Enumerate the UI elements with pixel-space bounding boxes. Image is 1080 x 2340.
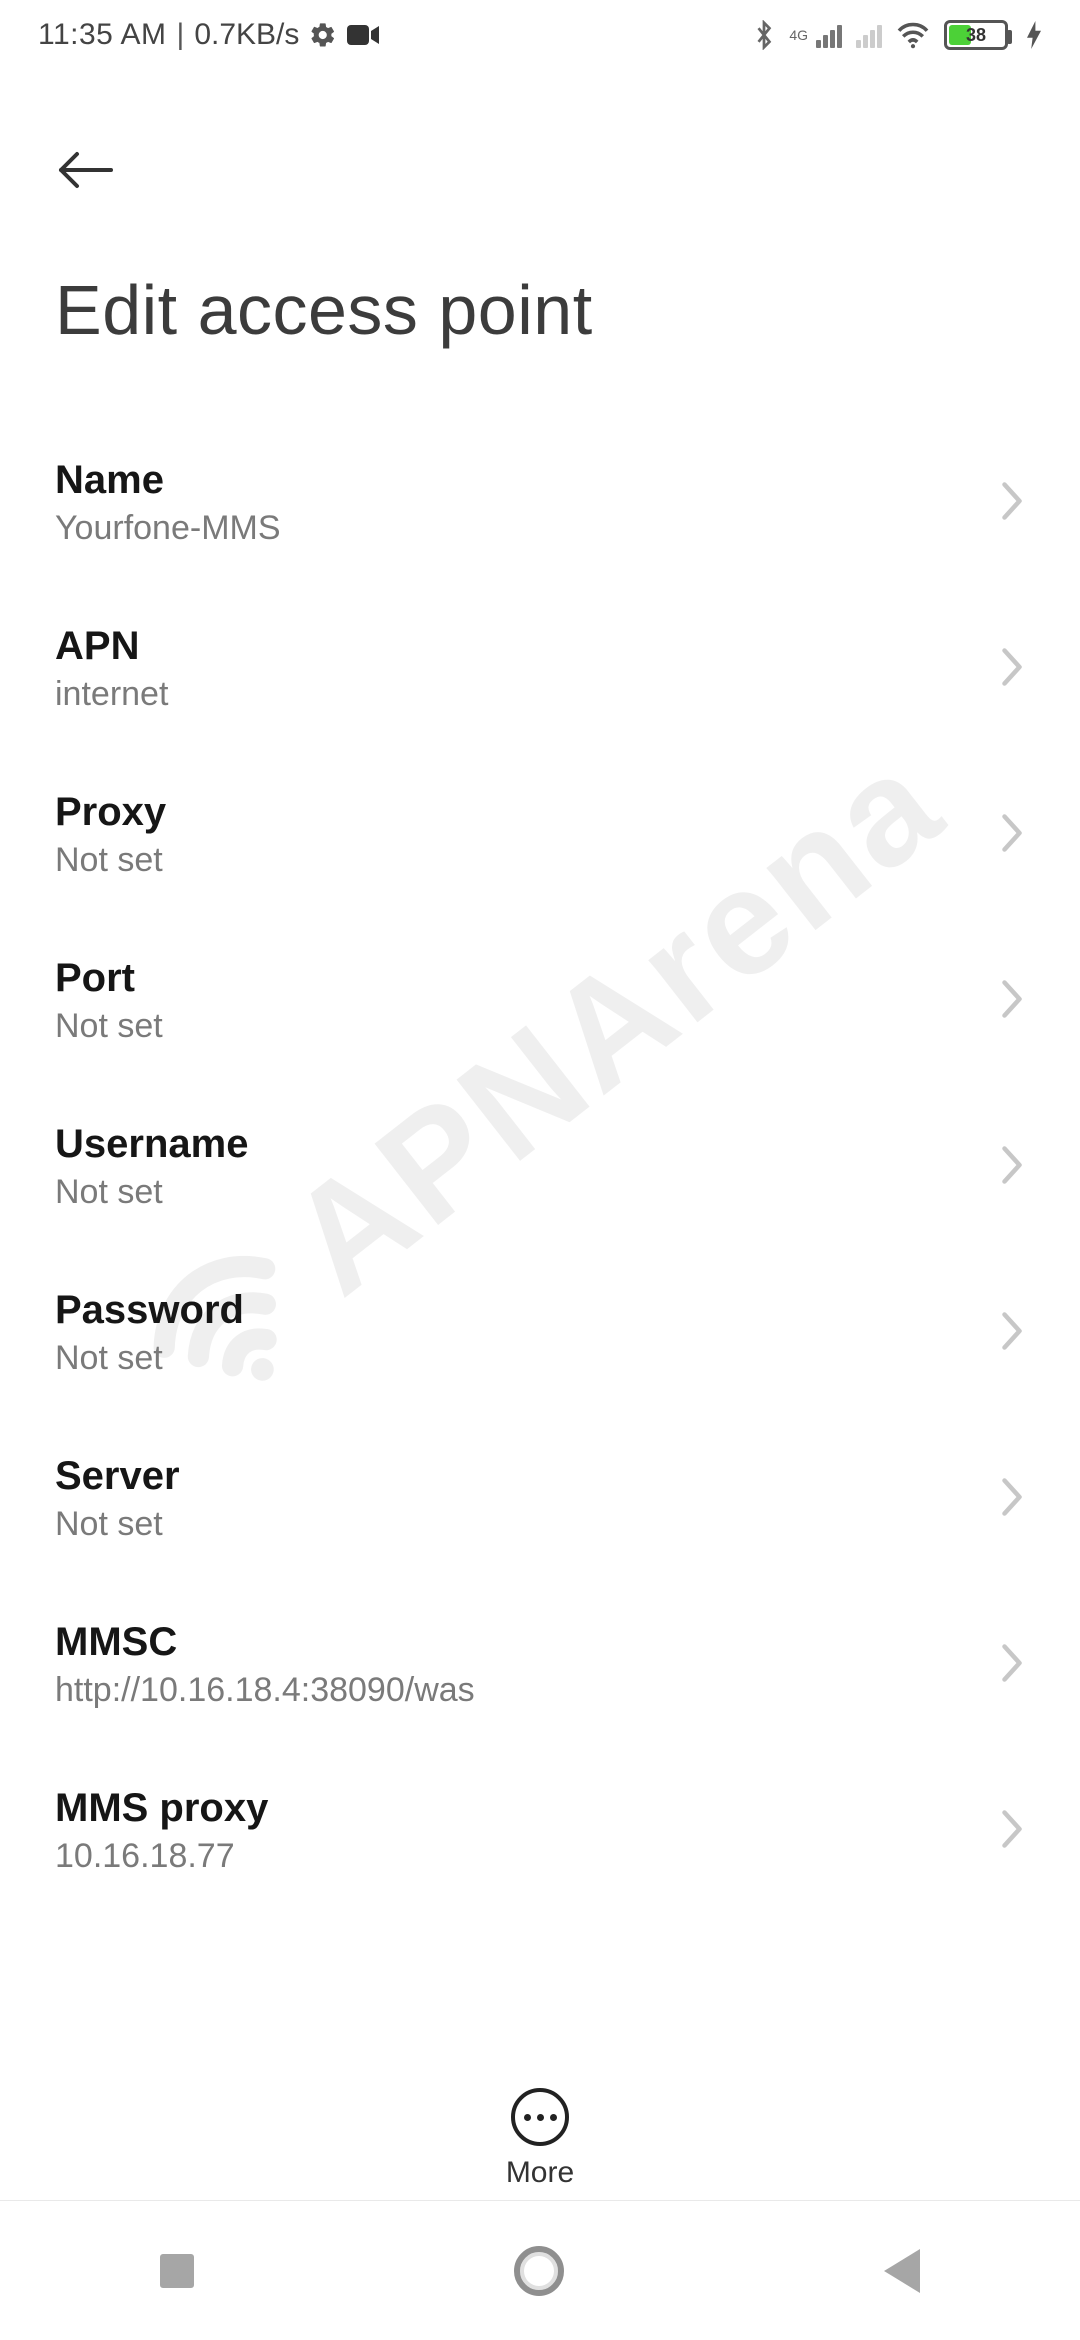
chevron-right-icon (999, 1144, 1025, 1191)
setting-apn[interactable]: APN internet (0, 586, 1080, 752)
chevron-right-icon (999, 1808, 1025, 1855)
network-type-label: 4G (789, 30, 808, 40)
arrow-left-icon (55, 150, 117, 190)
chevron-right-icon (999, 480, 1025, 527)
setting-value: internet (55, 675, 168, 714)
charging-bolt-icon (1026, 21, 1042, 49)
setting-port[interactable]: Port Not set (0, 918, 1080, 1084)
chevron-right-icon (999, 646, 1025, 693)
setting-value: Yourfone-MMS (55, 509, 281, 548)
chevron-right-icon (999, 812, 1025, 859)
bluetooth-icon (753, 20, 775, 50)
chevron-right-icon (999, 1642, 1025, 1689)
bottom-action-bar: More (0, 2088, 1080, 2190)
setting-server[interactable]: Server Not set (0, 1416, 1080, 1582)
gear-icon (309, 21, 337, 49)
setting-label: MMSC (55, 1620, 475, 1665)
setting-value: 10.16.18.77 (55, 1837, 268, 1876)
signal-bars-sim1-icon (816, 22, 842, 48)
setting-value: Not set (55, 841, 166, 880)
setting-value: Not set (55, 1339, 244, 1378)
setting-value: Not set (55, 1173, 248, 1212)
nav-recents-button[interactable] (160, 2254, 194, 2288)
status-bar: 11:35 AM | 0.7KB/s 4G 38 (0, 0, 1080, 70)
setting-value: http://10.16.18.4:38090/was (55, 1671, 475, 1710)
chevron-right-icon (999, 1476, 1025, 1523)
more-label: More (506, 2156, 574, 2190)
setting-label: APN (55, 624, 168, 669)
setting-label: Name (55, 458, 281, 503)
setting-value: Not set (55, 1007, 163, 1046)
setting-label: Port (55, 956, 163, 1001)
setting-mmsc[interactable]: MMSC http://10.16.18.4:38090/was (0, 1582, 1080, 1748)
setting-label: Username (55, 1122, 248, 1167)
video-camera-icon (347, 23, 379, 47)
system-nav-bar (0, 2200, 1080, 2340)
setting-label: Server (55, 1454, 180, 1499)
status-time: 11:35 AM (38, 18, 167, 52)
setting-password[interactable]: Password Not set (0, 1250, 1080, 1416)
signal-bars-sim2-icon (856, 22, 882, 48)
wifi-icon (896, 21, 930, 49)
battery-icon: 38 (944, 20, 1008, 50)
page-title: Edit access point (55, 270, 1025, 350)
chevron-right-icon (999, 978, 1025, 1025)
status-network-speed: 0.7KB/s (194, 18, 299, 52)
setting-name[interactable]: Name Yourfone-MMS (0, 420, 1080, 586)
setting-value: Not set (55, 1505, 180, 1544)
nav-home-button[interactable] (514, 2246, 564, 2296)
back-button[interactable] (55, 140, 135, 200)
setting-mms-proxy[interactable]: MMS proxy 10.16.18.77 (0, 1748, 1080, 1914)
status-right: 4G 38 (753, 20, 1042, 50)
setting-proxy[interactable]: Proxy Not set (0, 752, 1080, 918)
nav-back-button[interactable] (884, 2249, 920, 2293)
settings-list: Name Yourfone-MMS APN internet Proxy Not… (0, 360, 1080, 1914)
chevron-right-icon (999, 1310, 1025, 1357)
setting-label: MMS proxy (55, 1786, 268, 1831)
setting-username[interactable]: Username Not set (0, 1084, 1080, 1250)
page-header: Edit access point (0, 70, 1080, 360)
more-button[interactable] (511, 2088, 569, 2146)
setting-label: Password (55, 1288, 244, 1333)
status-separator: | (177, 18, 185, 52)
status-left: 11:35 AM | 0.7KB/s (38, 18, 379, 52)
battery-percent: 38 (947, 23, 1005, 47)
setting-label: Proxy (55, 790, 166, 835)
